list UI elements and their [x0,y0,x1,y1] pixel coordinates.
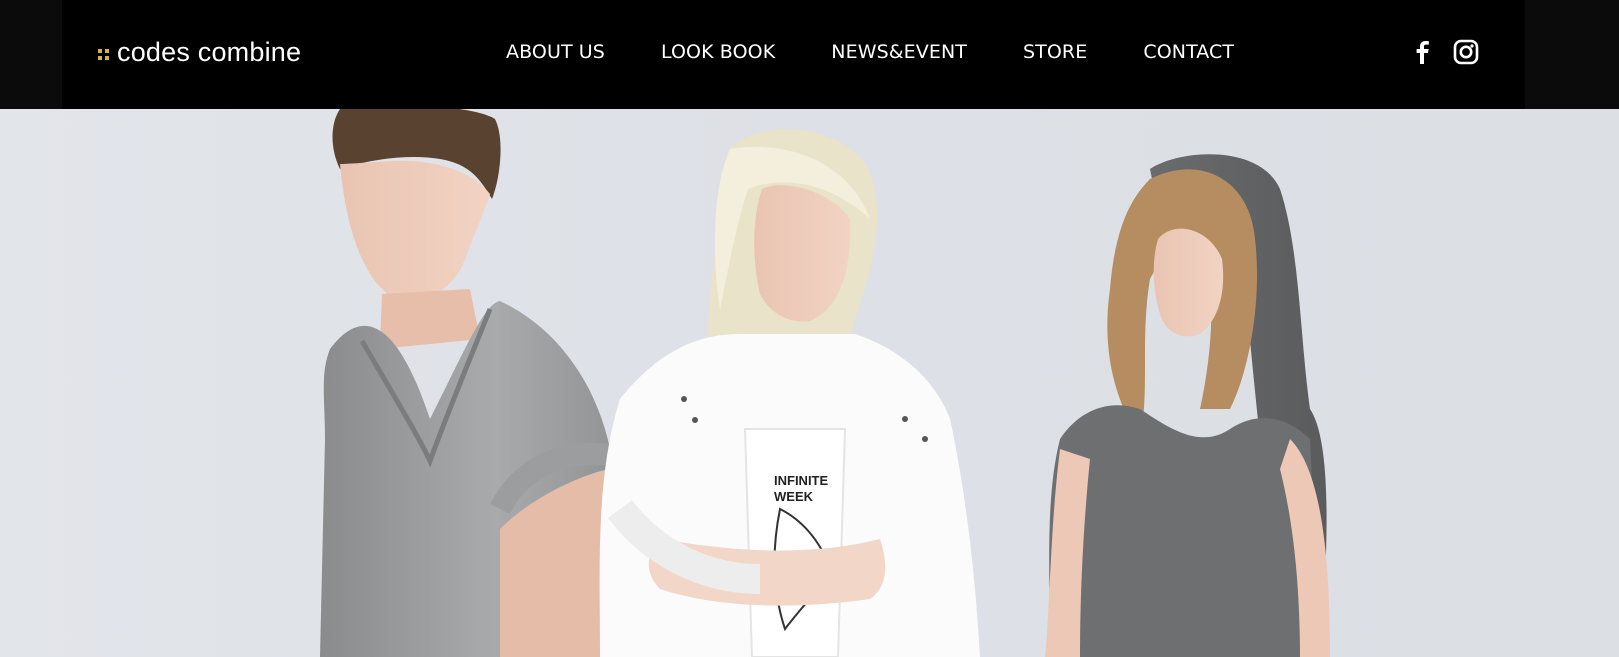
facebook-icon[interactable] [1409,38,1435,66]
site-header: codes combine ABOUT US LOOK BOOK NEWS&EV… [62,0,1525,109]
main-nav: ABOUT US LOOK BOOK NEWS&EVENT STORE CONT… [506,38,1234,66]
brand-logo[interactable]: codes combine [98,32,301,72]
tshirt-text-line2: WEEK [774,489,814,504]
tshirt-text-line1: INFINITE [774,473,828,488]
nav-news-event[interactable]: NEWS&EVENT [831,38,967,66]
nav-about-us[interactable]: ABOUT US [506,38,605,66]
nav-contact[interactable]: CONTACT [1143,38,1234,66]
instagram-icon[interactable] [1453,38,1479,66]
logo-dots-icon [98,48,109,60]
social-links [1409,38,1479,66]
nav-look-book[interactable]: LOOK BOOK [661,38,775,66]
hero-banner[interactable]: INFINITE WEEK [0,109,1619,657]
nav-store[interactable]: STORE [1023,38,1087,66]
hero-photo: INFINITE WEEK [0,109,1619,657]
brand-name: codes combine [117,36,302,67]
